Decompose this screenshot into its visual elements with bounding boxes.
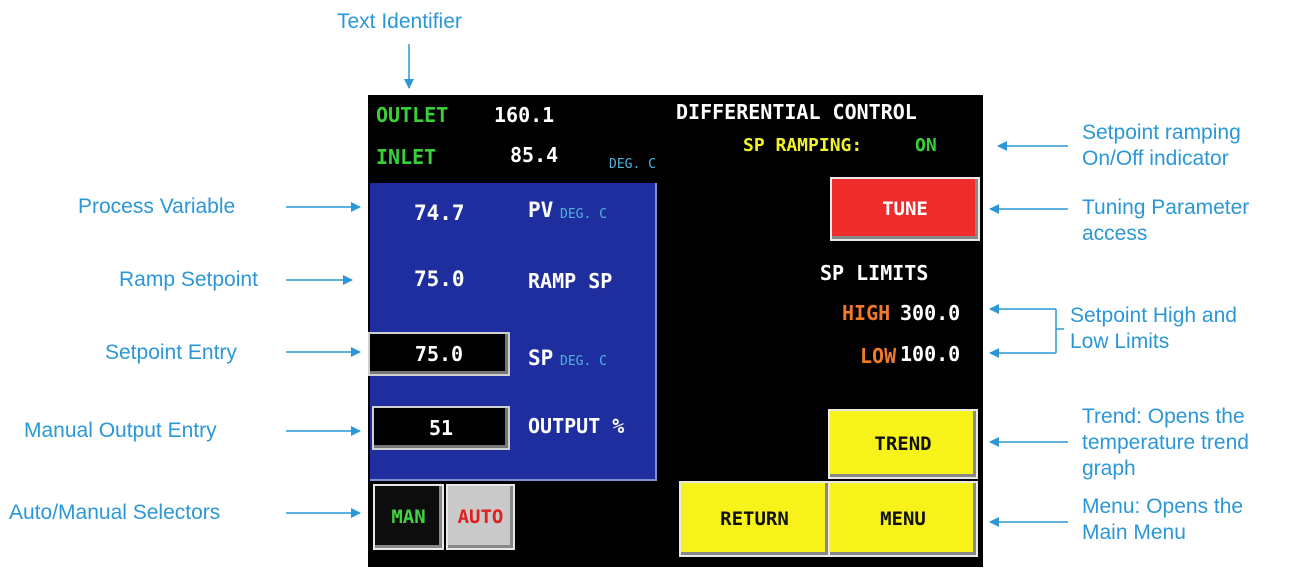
return-button[interactable]: RETURN	[679, 481, 830, 557]
annotation-line: Menu: Opens the	[1082, 495, 1244, 518]
annotation-setpoint-entry: Setpoint Entry	[105, 341, 237, 364]
annotation-line: temperature trend	[1082, 431, 1249, 454]
annotation-sp-limits: Setpoint High and Low Limits	[1070, 303, 1237, 355]
output-label: OUTPUT %	[528, 414, 625, 438]
annotation-line: On/Off indicator	[1082, 147, 1229, 170]
sp-high-value: 300.0	[900, 301, 961, 325]
annotation-line: Setpoint ramping	[1082, 121, 1241, 144]
manual-mode-button[interactable]: MAN	[373, 484, 444, 550]
annotation-setpoint-ramping: Setpoint ramping On/Off indicator	[1082, 120, 1241, 172]
annotation-ramp-setpoint: Ramp Setpoint	[119, 268, 258, 291]
sp-unit: DEG. C	[560, 354, 607, 369]
annotation-auto-manual-selectors: Auto/Manual Selectors	[9, 501, 221, 524]
ramp-sp-label: RAMP SP	[528, 269, 613, 293]
pv-unit: DEG. C	[560, 207, 607, 222]
annotation-process-variable: Process Variable	[78, 195, 236, 218]
auto-mode-button[interactable]: AUTO	[446, 484, 515, 550]
annotation-manual-output-entry: Manual Output Entry	[24, 419, 217, 442]
inlet-value: 85.4	[510, 143, 559, 167]
menu-button[interactable]: MENU	[828, 481, 978, 557]
pv-label: PV	[528, 198, 554, 222]
tune-button[interactable]: TUNE	[830, 177, 980, 241]
setpoint-entry-field[interactable]: 75.0	[368, 332, 510, 376]
annotation-trend: Trend: Opens the temperature trend graph	[1082, 404, 1249, 482]
bracket-sp-limits	[1055, 309, 1064, 353]
annotation-line: Main Menu	[1082, 521, 1186, 544]
annotation-line: Setpoint High and	[1070, 304, 1237, 327]
outlet-value: 160.1	[494, 103, 555, 127]
pv-value: 74.7	[414, 201, 465, 225]
hmi-screen: OUTLET 160.1 INLET 85.4 DEG. C DIFFERENT…	[368, 95, 983, 567]
annotation-tuning-access: Tuning Parameter access	[1082, 195, 1249, 247]
annotation-text-identifier: Text Identifier	[337, 10, 462, 33]
manual-output-entry-field[interactable]: 51	[372, 406, 510, 450]
sp-ramping-label: SP RAMPING:	[743, 135, 863, 156]
inlet-unit: DEG. C	[609, 157, 656, 172]
trend-button[interactable]: TREND	[828, 409, 978, 479]
sp-high-label: HIGH	[842, 301, 891, 325]
annotation-line: access	[1082, 222, 1148, 245]
sp-low-label: LOW	[860, 344, 897, 368]
inlet-label: INLET	[376, 145, 437, 169]
annotation-line: graph	[1082, 457, 1136, 480]
sp-limits-title: SP LIMITS	[820, 261, 929, 285]
sp-low-value: 100.0	[900, 342, 961, 366]
annotation-menu: Menu: Opens the Main Menu	[1082, 494, 1243, 546]
sp-ramping-state: ON	[915, 135, 937, 156]
outlet-label: OUTLET	[376, 103, 449, 127]
ramp-sp-value: 75.0	[414, 267, 465, 291]
annotation-line: Trend: Opens the	[1082, 405, 1245, 428]
page-title: DIFFERENTIAL CONTROL	[676, 100, 917, 124]
annotation-line: Low Limits	[1070, 330, 1170, 353]
annotation-line: Tuning Parameter	[1082, 196, 1250, 219]
sp-label: SP	[528, 346, 554, 370]
